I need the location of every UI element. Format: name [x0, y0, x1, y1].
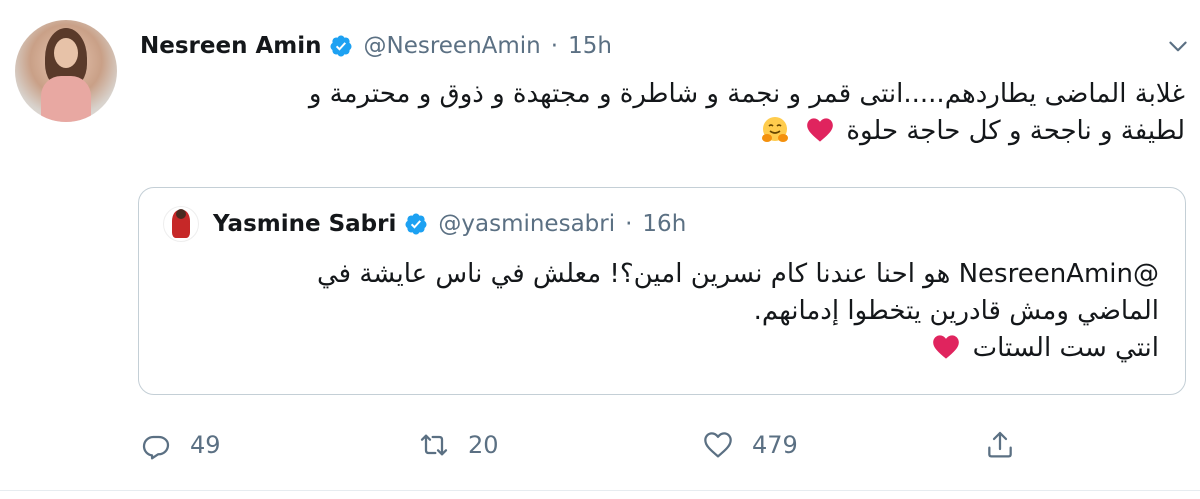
tweet-actions: 49 20 479: [140, 425, 1040, 465]
share-icon: [988, 431, 1012, 458]
tweet-text-fragment: لطيفة و ناجحة و كل حاجة حلوة: [846, 116, 1185, 146]
reply-icon: [142, 435, 170, 460]
share-button[interactable]: [984, 425, 1034, 465]
tweet-text-line-2: لطيفة و ناجحة و كل حاجة حلوة: [140, 113, 1185, 150]
author-handle[interactable]: @NesreenAmin: [363, 33, 540, 59]
quoted-tweet-header: Yasmine Sabri @yasminesabri · 16h: [163, 206, 686, 242]
verified-badge-icon: [405, 213, 427, 235]
quoted-text-fragment: انتي ست الستات: [972, 333, 1159, 363]
hugging-face-icon: [761, 117, 788, 142]
quoted-tweet-text: @NesreenAmin هو احنا عندنا كام نسرين امي…: [159, 256, 1159, 367]
quoted-author-handle: @yasminesabri: [438, 211, 616, 237]
quoted-author-name: Yasmine Sabri: [213, 211, 397, 237]
reply-count: 49: [190, 431, 221, 459]
like-count: 479: [752, 431, 798, 459]
retweet-button[interactable]: 20: [418, 425, 499, 465]
quoted-author-avatar: [163, 206, 199, 242]
red-heart-icon: [933, 335, 960, 359]
like-button[interactable]: 479: [702, 425, 798, 465]
quoted-text-line-1: @NesreenAmin هو احنا عندنا كام نسرين امي…: [316, 259, 1159, 289]
verified-badge-icon: [330, 35, 352, 57]
tweet-text-line: غلابة الماضى يطاردهم.....انتى قمر و نجمة…: [308, 79, 1185, 109]
author-avatar[interactable]: [15, 20, 117, 122]
retweet-count: 20: [468, 431, 499, 459]
separator-dot: ·: [550, 33, 559, 59]
red-heart-icon: [807, 118, 833, 142]
separator-dot: ·: [625, 211, 633, 237]
author-name[interactable]: Nesreen Amin: [140, 33, 321, 59]
divider: [0, 490, 1200, 491]
quoted-tweet[interactable]: Yasmine Sabri @yasminesabri · 16h @Nesre…: [138, 187, 1186, 395]
tweet[interactable]: Nesreen Amin @NesreenAmin · 15h غلابة ال…: [0, 0, 1200, 499]
tweet-header: Nesreen Amin @NesreenAmin · 15h: [140, 28, 612, 64]
quoted-tweet-timestamp: 16h: [642, 211, 687, 237]
retweet-icon: [420, 434, 448, 456]
tweet-text: غلابة الماضى يطاردهم.....انتى قمر و نجمة…: [140, 76, 1185, 150]
reply-button[interactable]: 49: [140, 425, 221, 465]
quoted-text-line-3: انتي ست الستات: [159, 330, 1159, 367]
tweet-timestamp[interactable]: 15h: [568, 33, 612, 59]
chevron-down-icon[interactable]: [1165, 34, 1191, 60]
quoted-text-line-2: الماضي ومش قادرين يتخطوا إدمانهم.: [753, 296, 1159, 326]
like-icon: [704, 432, 732, 458]
